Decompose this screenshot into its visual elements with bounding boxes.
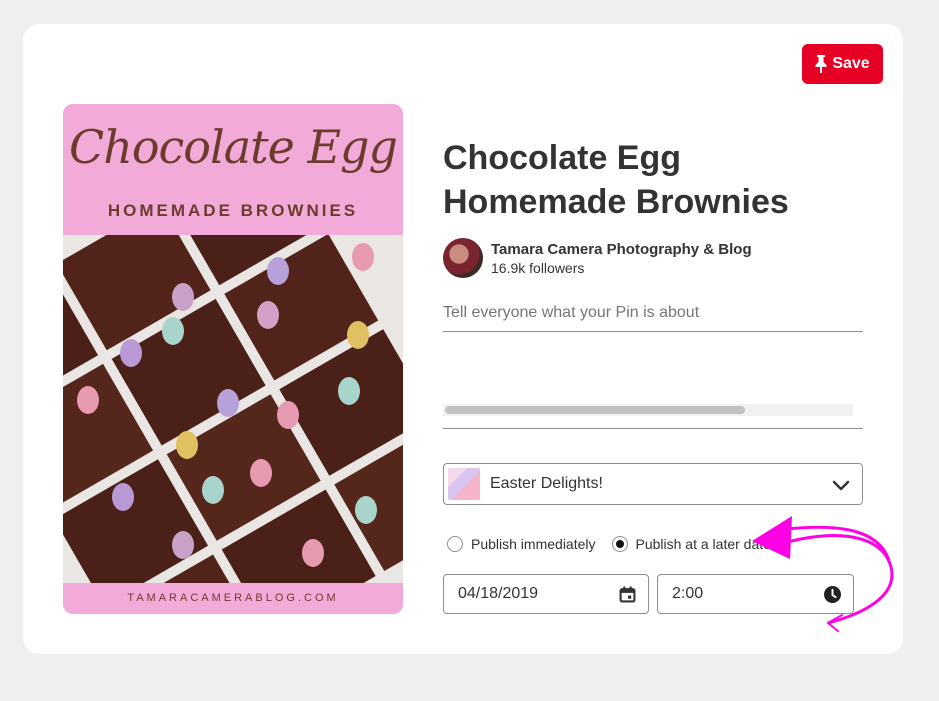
pin-title[interactable]: Chocolate Egg Homemade Brownies bbox=[443, 136, 843, 224]
publish-later-radio[interactable] bbox=[611, 536, 628, 552]
publish-immediately-radio[interactable] bbox=[447, 536, 463, 552]
pushpin-icon bbox=[815, 55, 827, 73]
pin-image: Chocolate Egg HOMEMADE BROWNIES TAMARACA… bbox=[63, 104, 403, 614]
pin-image-headline: Chocolate Egg bbox=[69, 120, 398, 174]
publish-date-input[interactable]: 04/18/2019 bbox=[443, 574, 649, 614]
board-thumbnail bbox=[448, 468, 480, 500]
chevron-down-icon bbox=[832, 480, 850, 491]
publish-immediately-label: Publish immediately bbox=[471, 536, 596, 552]
scrollbar-thumb[interactable] bbox=[445, 406, 745, 414]
publish-date-value: 04/18/2019 bbox=[458, 585, 539, 602]
save-button-label: Save bbox=[832, 55, 870, 72]
link-scrollbar[interactable] bbox=[443, 404, 853, 416]
avatar[interactable] bbox=[443, 238, 483, 278]
publish-options: Publish immediately Publish at a later d… bbox=[447, 536, 771, 552]
publish-time-value: 2:00 bbox=[672, 585, 704, 602]
brownies-photo bbox=[63, 235, 403, 583]
author-info[interactable]: Tamara Camera Photography & Blog 16.9k f… bbox=[443, 238, 752, 278]
board-name: Easter Delights! bbox=[490, 475, 603, 492]
annotation-arrow bbox=[752, 516, 894, 632]
description-field[interactable]: Tell everyone what your Pin is about bbox=[443, 302, 863, 332]
follower-count: 16.9k followers bbox=[491, 259, 585, 276]
publish-immediately-option[interactable]: Publish immediately bbox=[447, 536, 596, 552]
save-button[interactable]: Save bbox=[802, 44, 883, 84]
pin-image-footer: TAMARACAMERABLOG.COM bbox=[63, 583, 403, 614]
author-name[interactable]: Tamara Camera Photography & Blog bbox=[491, 241, 752, 258]
calendar-icon[interactable] bbox=[619, 586, 636, 603]
destination-link-field[interactable] bbox=[443, 400, 863, 429]
pin-image-subline: HOMEMADE BROWNIES bbox=[107, 201, 359, 220]
pin-image-header: Chocolate Egg HOMEMADE BROWNIES bbox=[63, 104, 403, 235]
